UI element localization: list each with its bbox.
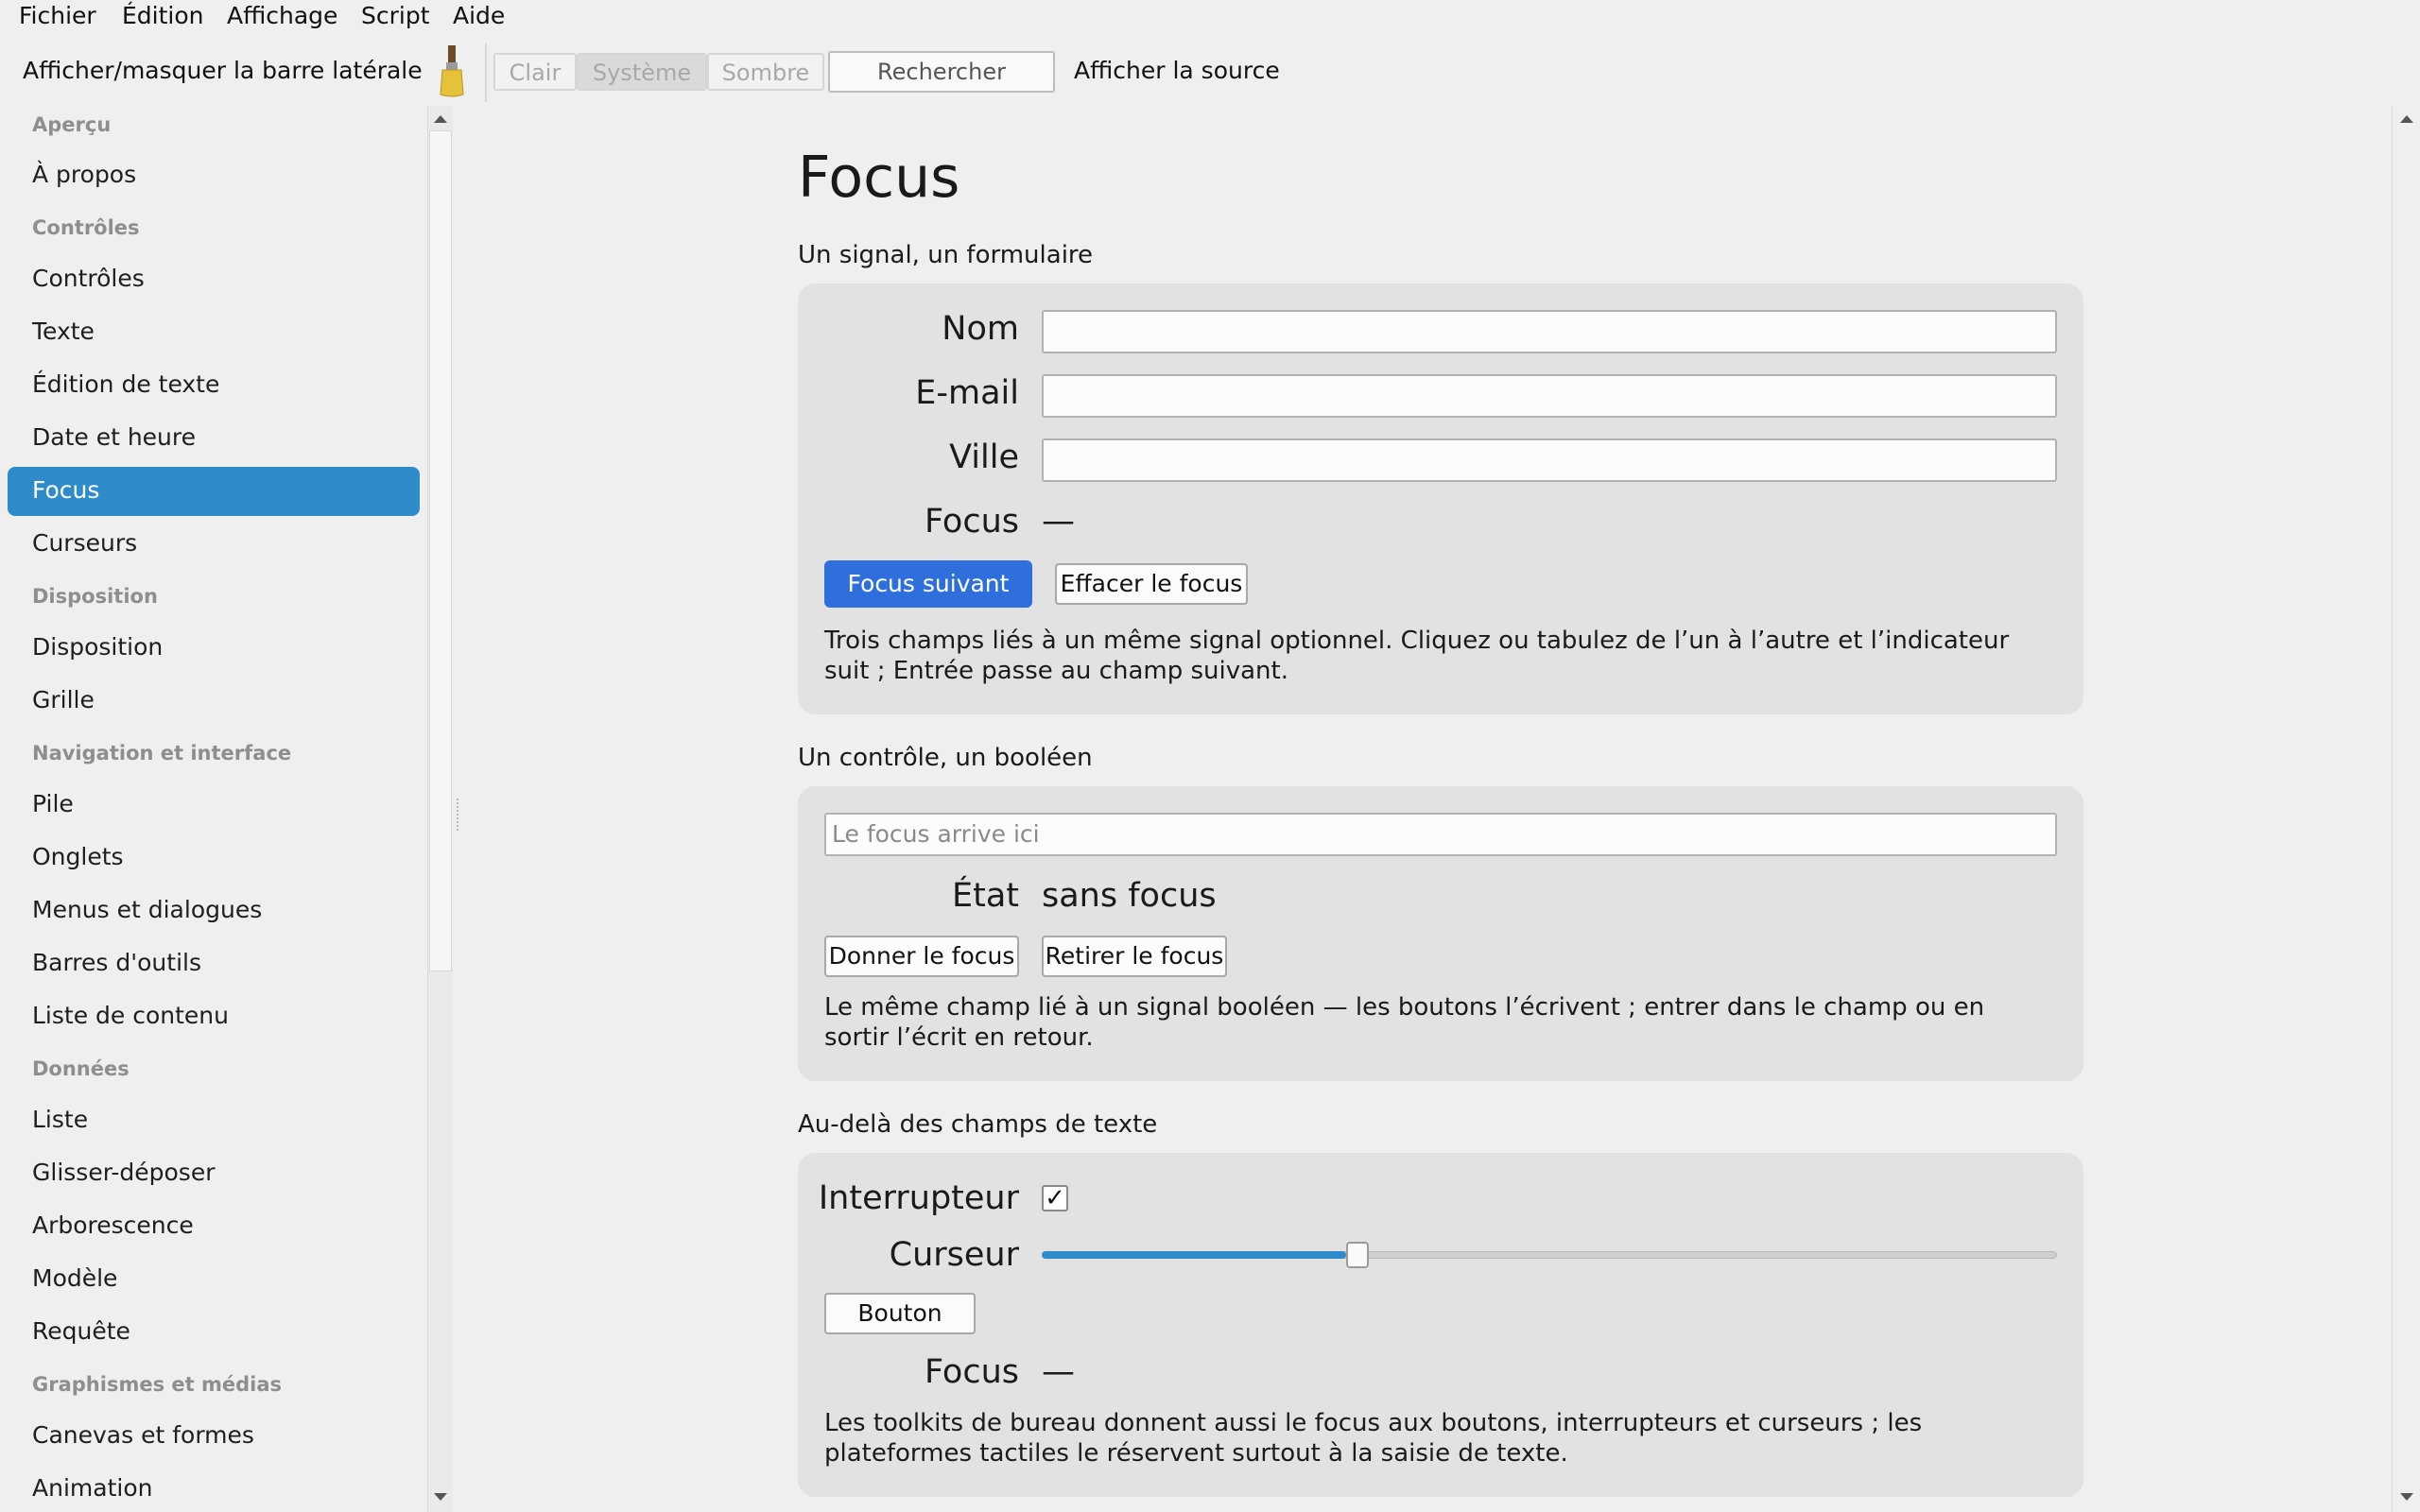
sidebar-item-liste-contenu[interactable]: Liste de contenu — [32, 997, 229, 1035]
scroll-up-arrow-icon[interactable] — [434, 115, 447, 123]
section-title-booleen: Un contrôle, un booléen — [798, 744, 1093, 772]
label-curseur: Curseur — [889, 1236, 1019, 1274]
theme-systeme-button[interactable]: Système — [577, 53, 707, 91]
description-booleen-line2: sortir l’écrit en retour. — [824, 1023, 1094, 1052]
label-interrupteur: Interrupteur — [818, 1179, 1019, 1217]
label-email: E-mail — [915, 374, 1019, 412]
sidebar-header-graphismes: Graphismes et médias — [32, 1373, 282, 1396]
pane-splitter-handle[interactable] — [457, 799, 460, 831]
state-value: sans focus — [1042, 877, 1217, 915]
label-nom: Nom — [942, 310, 1019, 348]
sidebar-header-apercu: Aperçu — [32, 113, 112, 136]
label-focus: Focus — [925, 503, 1019, 541]
sidebar-header-donnees: Données — [32, 1057, 130, 1080]
sidebar-item-edition-texte[interactable]: Édition de texte — [32, 366, 219, 404]
label-focus-2: Focus — [925, 1353, 1019, 1391]
label-etat: État — [951, 877, 1019, 915]
sidebar-item-curseurs[interactable]: Curseurs — [32, 524, 137, 562]
sidebar-header-controles: Contrôles — [32, 216, 140, 239]
sidebar-header-disposition: Disposition — [32, 585, 158, 608]
sidebar-item-animation[interactable]: Animation — [32, 1469, 152, 1507]
menu-affichage[interactable]: Affichage — [219, 0, 345, 32]
sidebar-item-pile[interactable]: Pile — [32, 785, 74, 823]
scroll-down-arrow-icon[interactable] — [434, 1493, 447, 1501]
sidebar-item-a-propos[interactable]: À propos — [32, 156, 136, 194]
focus-value-2: — — [1042, 1353, 1075, 1391]
card-formulaire: Nom E-mail Ville Focus — Focus suivant E… — [798, 284, 2083, 714]
show-source-button[interactable]: Afficher la source — [1074, 53, 1280, 89]
bouton-button[interactable]: Bouton — [824, 1293, 976, 1334]
sidebar-scrollbar[interactable] — [427, 106, 453, 1512]
sidebar-scrollbar-thumb[interactable] — [429, 130, 452, 971]
sidebar-item-disposition[interactable]: Disposition — [32, 628, 163, 666]
sidebar-header-navigation: Navigation et interface — [32, 742, 292, 765]
card-au-dela: Interrupteur ✓ Curseur Bouton Focus — Le… — [798, 1153, 2083, 1497]
theme-sombre-button[interactable]: Sombre — [707, 53, 824, 91]
paintbrush-icon[interactable] — [438, 45, 466, 98]
sidebar: Aperçu À propos Contrôles Contrôles Text… — [0, 106, 427, 1512]
interrupteur-checkbox[interactable]: ✓ — [1042, 1185, 1068, 1211]
sidebar-item-texte[interactable]: Texte — [32, 313, 95, 351]
description-formulaire-line2: suit ; Entrée passe au champ suivant. — [824, 657, 1288, 685]
toggle-sidebar-button[interactable]: Afficher/masquer la barre latérale — [23, 53, 423, 89]
sidebar-item-focus[interactable]: Focus — [32, 472, 99, 509]
sidebar-item-liste[interactable]: Liste — [32, 1101, 88, 1139]
curseur-slider-fill — [1042, 1251, 1346, 1259]
menu-fichier[interactable]: Fichier — [11, 0, 104, 32]
sidebar-item-menus-dialogues[interactable]: Menus et dialogues — [32, 891, 262, 929]
clear-focus-button[interactable]: Effacer le focus — [1055, 563, 1248, 605]
sidebar-item-controles[interactable]: Contrôles — [32, 260, 145, 298]
remove-focus-button[interactable]: Retirer le focus — [1042, 936, 1227, 977]
sidebar-item-date-heure[interactable]: Date et heure — [32, 419, 196, 456]
main-scroll-down-arrow-icon[interactable] — [2400, 1493, 2413, 1501]
main-scroll-up-arrow-icon[interactable] — [2400, 115, 2413, 123]
card-booleen: Le focus arrive ici État sans focus Donn… — [798, 786, 2083, 1081]
curseur-slider-knob[interactable] — [1346, 1242, 1369, 1268]
theme-clair-button[interactable]: Clair — [493, 53, 577, 91]
main-scrollbar[interactable] — [2392, 106, 2420, 1512]
give-focus-button[interactable]: Donner le focus — [824, 936, 1019, 977]
section-title-au-dela: Au-delà des champs de texte — [798, 1110, 1158, 1139]
menu-bar: Fichier Édition Affichage Script Aide — [0, 0, 2420, 33]
toolbar: Afficher/masquer la barre latérale Affic… — [0, 32, 2420, 106]
menu-edition[interactable]: Édition — [114, 0, 212, 32]
toolbar-separator — [485, 43, 487, 102]
sidebar-item-canevas-formes[interactable]: Canevas et formes — [32, 1417, 254, 1454]
sidebar-item-onglets[interactable]: Onglets — [32, 838, 124, 876]
focus-value: — — [1042, 503, 1075, 541]
ville-field[interactable] — [1042, 438, 2057, 482]
sidebar-item-barres-outils[interactable]: Barres d'outils — [32, 944, 201, 982]
section-title-formulaire: Un signal, un formulaire — [798, 241, 1094, 269]
menu-script[interactable]: Script — [354, 0, 438, 32]
sidebar-item-requete[interactable]: Requête — [32, 1313, 130, 1350]
focus-next-button[interactable]: Focus suivant — [824, 560, 1032, 608]
description-formulaire-line1: Trois champs liés à un même signal optio… — [824, 627, 2010, 655]
page-title: Focus — [798, 145, 960, 211]
description-au-dela-line2: plateformes tactiles le réservent surtou… — [824, 1439, 1568, 1468]
email-field[interactable] — [1042, 374, 2057, 418]
focus-target-field[interactable]: Le focus arrive ici — [824, 813, 2057, 856]
sidebar-item-glisser-deposer[interactable]: Glisser-déposer — [32, 1154, 216, 1192]
label-ville: Ville — [949, 438, 1019, 476]
sidebar-item-arborescence[interactable]: Arborescence — [32, 1207, 194, 1245]
sidebar-item-grille[interactable]: Grille — [32, 681, 95, 719]
menu-aide[interactable]: Aide — [445, 0, 512, 32]
description-booleen-line1: Le même champ lié à un signal booléen — … — [824, 993, 1985, 1022]
search-field[interactable]: Rechercher — [828, 51, 1055, 93]
description-au-dela-line1: Les toolkits de bureau donnent aussi le … — [824, 1409, 1923, 1437]
sidebar-item-modele[interactable]: Modèle — [32, 1260, 117, 1297]
nom-field[interactable] — [1042, 310, 2057, 353]
